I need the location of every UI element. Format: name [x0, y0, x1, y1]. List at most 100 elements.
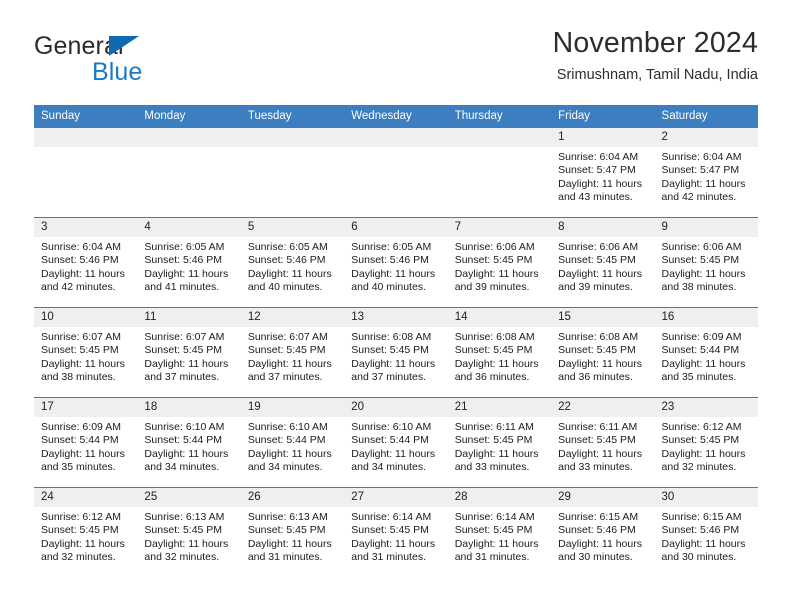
sunrise-text: Sunrise: 6:12 AM — [661, 421, 742, 433]
calendar-day-cell[interactable]: 3 Sunrise: 6:04 AM Sunset: 5:46 PM Daylight… — [34, 217, 138, 308]
day-details: Sunrise: 6:04 AM Sunset: 5:47 PM Daylight:… — [655, 147, 758, 205]
daylight-text: Daylight: 11 hours — [661, 537, 746, 550]
daylight-text: and 37 minutes. — [247, 371, 323, 384]
calendar-day-cell[interactable]: 5 Sunrise: 6:05 AM Sunset: 5:46 PM Daylight… — [240, 217, 345, 308]
daylight-text: and 38 minutes. — [661, 281, 737, 294]
daylight-text: and 41 minutes. — [144, 281, 220, 294]
calendar-day-cell-empty — [137, 127, 241, 218]
day-number — [137, 128, 241, 147]
day-number: 19 — [240, 398, 345, 417]
day-number — [34, 128, 138, 147]
calendar-day-cell[interactable]: 4 Sunrise: 6:05 AM Sunset: 5:46 PM Daylight… — [137, 217, 241, 308]
calendar-day-cell[interactable]: 26 Sunrise: 6:13 AM Sunset: 5:45 PM Dayligh… — [240, 487, 345, 578]
weekday-header-tuesday: Tuesday — [240, 105, 345, 128]
sunrise-text: Sunrise: 6:08 AM — [351, 331, 432, 343]
day-details: Sunrise: 6:06 AM Sunset: 5:45 PM Daylight:… — [551, 237, 654, 295]
daylight-text: Daylight: 11 hours — [41, 357, 125, 370]
calendar-day-cell[interactable]: 1 Sunrise: 6:04 AM Sunset: 5:47 PM Daylight… — [551, 127, 655, 218]
day-details: Sunrise: 6:11 AM Sunset: 5:45 PM Daylight:… — [448, 417, 551, 475]
calendar-day-cell[interactable]: 18 Sunrise: 6:10 AM Sunset: 5:44 PM Dayligh… — [137, 397, 241, 488]
calendar-day-cell[interactable]: 22 Sunrise: 6:11 AM Sunset: 5:45 PM Dayligh… — [551, 397, 655, 488]
sunrise-text: Sunrise: 6:11 AM — [454, 421, 534, 433]
calendar-day-cell[interactable]: 24 Sunrise: 6:12 AM Sunset: 5:45 PM Dayligh… — [34, 487, 138, 578]
sunset-text: Sunset: 5:44 PM — [661, 344, 740, 357]
calendar-day-cell[interactable]: 9 Sunrise: 6:06 AM Sunset: 5:45 PM Daylight… — [654, 217, 758, 308]
sunrise-text: Sunrise: 6:07 AM — [144, 331, 225, 343]
daylight-text: and 31 minutes. — [351, 551, 426, 564]
calendar-day-cell[interactable]: 19 Sunrise: 6:10 AM Sunset: 5:44 PM Dayligh… — [240, 397, 345, 488]
calendar-day-cell[interactable]: 10 Sunrise: 6:07 AM Sunset: 5:45 PM Dayligh… — [34, 307, 138, 398]
calendar-day-cell[interactable]: 28 Sunrise: 6:14 AM Sunset: 5:45 PM Dayligh… — [447, 487, 552, 578]
daylight-text: Daylight: 11 hours — [558, 537, 642, 550]
page-subtitle-location: Srimushnam, Tamil Nadu, India — [556, 67, 758, 84]
weekday-header-wednesday: Wednesday — [344, 105, 448, 128]
sunrise-text: Sunrise: 6:09 AM — [661, 331, 742, 343]
calendar-day-cell[interactable]: 21 Sunrise: 6:11 AM Sunset: 5:45 PM Dayligh… — [447, 397, 552, 488]
day-number: 20 — [344, 398, 448, 417]
day-number: 11 — [137, 308, 241, 327]
day-number: 16 — [654, 308, 758, 327]
day-number: 17 — [34, 398, 138, 417]
daylight-text: and 35 minutes. — [661, 371, 737, 384]
sunset-text: Sunset: 5:45 PM — [661, 254, 740, 267]
sunrise-text: Sunrise: 6:07 AM — [41, 331, 121, 343]
sunrise-text: Sunrise: 6:13 AM — [247, 511, 328, 523]
sunrise-text: Sunrise: 6:04 AM — [661, 151, 742, 163]
sunset-text: Sunset: 5:46 PM — [661, 524, 740, 537]
calendar-day-cell[interactable]: 8 Sunrise: 6:06 AM Sunset: 5:45 PM Daylight… — [551, 217, 655, 308]
day-details: Sunrise: 6:15 AM Sunset: 5:46 PM Daylight:… — [655, 507, 758, 565]
sunset-text: Sunset: 5:45 PM — [454, 434, 533, 447]
day-details: Sunrise: 6:12 AM Sunset: 5:45 PM Daylight:… — [34, 507, 137, 565]
day-number: 18 — [137, 398, 241, 417]
weekday-header-saturday: Saturday — [654, 105, 758, 128]
daylight-text: and 39 minutes. — [454, 281, 530, 294]
calendar-day-cell[interactable]: 12 Sunrise: 6:07 AM Sunset: 5:45 PM Dayligh… — [240, 307, 345, 398]
daylight-text: Daylight: 11 hours — [558, 267, 642, 280]
calendar-day-cell[interactable]: 11 Sunrise: 6:07 AM Sunset: 5:45 PM Dayligh… — [137, 307, 241, 398]
calendar-day-cell[interactable]: 13 Sunrise: 6:08 AM Sunset: 5:45 PM Dayligh… — [344, 307, 448, 398]
calendar-day-cell[interactable]: 23 Sunrise: 6:12 AM Sunset: 5:45 PM Dayligh… — [654, 397, 758, 488]
sunrise-text: Sunrise: 6:05 AM — [247, 241, 328, 253]
day-number: 6 — [344, 218, 448, 237]
calendar-day-cell[interactable]: 17 Sunrise: 6:09 AM Sunset: 5:44 PM Dayligh… — [34, 397, 138, 488]
calendar-week-row: 3 Sunrise: 6:04 AM Sunset: 5:46 PM Daylight… — [34, 217, 758, 308]
calendar-day-cell[interactable]: 25 Sunrise: 6:13 AM Sunset: 5:45 PM Dayligh… — [137, 487, 241, 578]
day-number: 10 — [34, 308, 138, 327]
calendar-day-cell[interactable]: 7 Sunrise: 6:06 AM Sunset: 5:45 PM Daylight… — [447, 217, 552, 308]
daylight-text: and 33 minutes. — [558, 461, 633, 474]
day-number: 15 — [551, 308, 655, 327]
general-blue-logo: General Blue — [34, 34, 214, 85]
sunset-text: Sunset: 5:46 PM — [41, 254, 119, 267]
day-number — [344, 128, 448, 147]
weekday-header-friday: Friday — [551, 105, 655, 128]
calendar-day-cell[interactable]: 20 Sunrise: 6:10 AM Sunset: 5:44 PM Dayligh… — [344, 397, 448, 488]
calendar-body: 1 Sunrise: 6:04 AM Sunset: 5:47 PM Daylight… — [34, 127, 758, 578]
day-number: 7 — [447, 218, 552, 237]
sunrise-text: Sunrise: 6:05 AM — [351, 241, 432, 253]
calendar-day-cell[interactable]: 30 Sunrise: 6:15 AM Sunset: 5:46 PM Dayligh… — [654, 487, 758, 578]
sunrise-text: Sunrise: 6:14 AM — [454, 511, 535, 523]
sunrise-text: Sunrise: 6:06 AM — [558, 241, 639, 253]
daylight-text: Daylight: 11 hours — [144, 357, 229, 370]
calendar-day-cell[interactable]: 16 Sunrise: 6:09 AM Sunset: 5:44 PM Dayligh… — [654, 307, 758, 398]
daylight-text: Daylight: 11 hours — [247, 357, 332, 370]
calendar-day-cell[interactable]: 2 Sunrise: 6:04 AM Sunset: 5:47 PM Daylight… — [654, 127, 758, 218]
day-details: Sunrise: 6:06 AM Sunset: 5:45 PM Daylight:… — [655, 237, 758, 295]
daylight-text: and 33 minutes. — [454, 461, 530, 474]
day-details: Sunrise: 6:08 AM Sunset: 5:45 PM Daylight:… — [344, 327, 447, 385]
daylight-text: and 32 minutes. — [144, 551, 220, 564]
sunset-text: Sunset: 5:45 PM — [558, 434, 636, 447]
daylight-text: and 42 minutes. — [41, 281, 116, 294]
calendar-week-row: 17 Sunrise: 6:09 AM Sunset: 5:44 PM Dayligh… — [34, 397, 758, 488]
daylight-text: Daylight: 11 hours — [558, 177, 642, 190]
sunrise-text: Sunrise: 6:07 AM — [247, 331, 328, 343]
calendar-day-cell[interactable]: 29 Sunrise: 6:15 AM Sunset: 5:46 PM Dayligh… — [551, 487, 655, 578]
calendar-day-cell[interactable]: 27 Sunrise: 6:14 AM Sunset: 5:45 PM Dayligh… — [344, 487, 448, 578]
logo-triangle-icon — [109, 36, 139, 56]
calendar-day-cell[interactable]: 14 Sunrise: 6:08 AM Sunset: 5:45 PM Dayligh… — [447, 307, 552, 398]
sunset-text: Sunset: 5:45 PM — [454, 344, 533, 357]
calendar-day-cell[interactable]: 6 Sunrise: 6:05 AM Sunset: 5:46 PM Daylight… — [344, 217, 448, 308]
daylight-text: Daylight: 11 hours — [351, 357, 436, 370]
calendar-day-cell[interactable]: 15 Sunrise: 6:08 AM Sunset: 5:45 PM Dayligh… — [551, 307, 655, 398]
daylight-text: and 34 minutes. — [247, 461, 323, 474]
